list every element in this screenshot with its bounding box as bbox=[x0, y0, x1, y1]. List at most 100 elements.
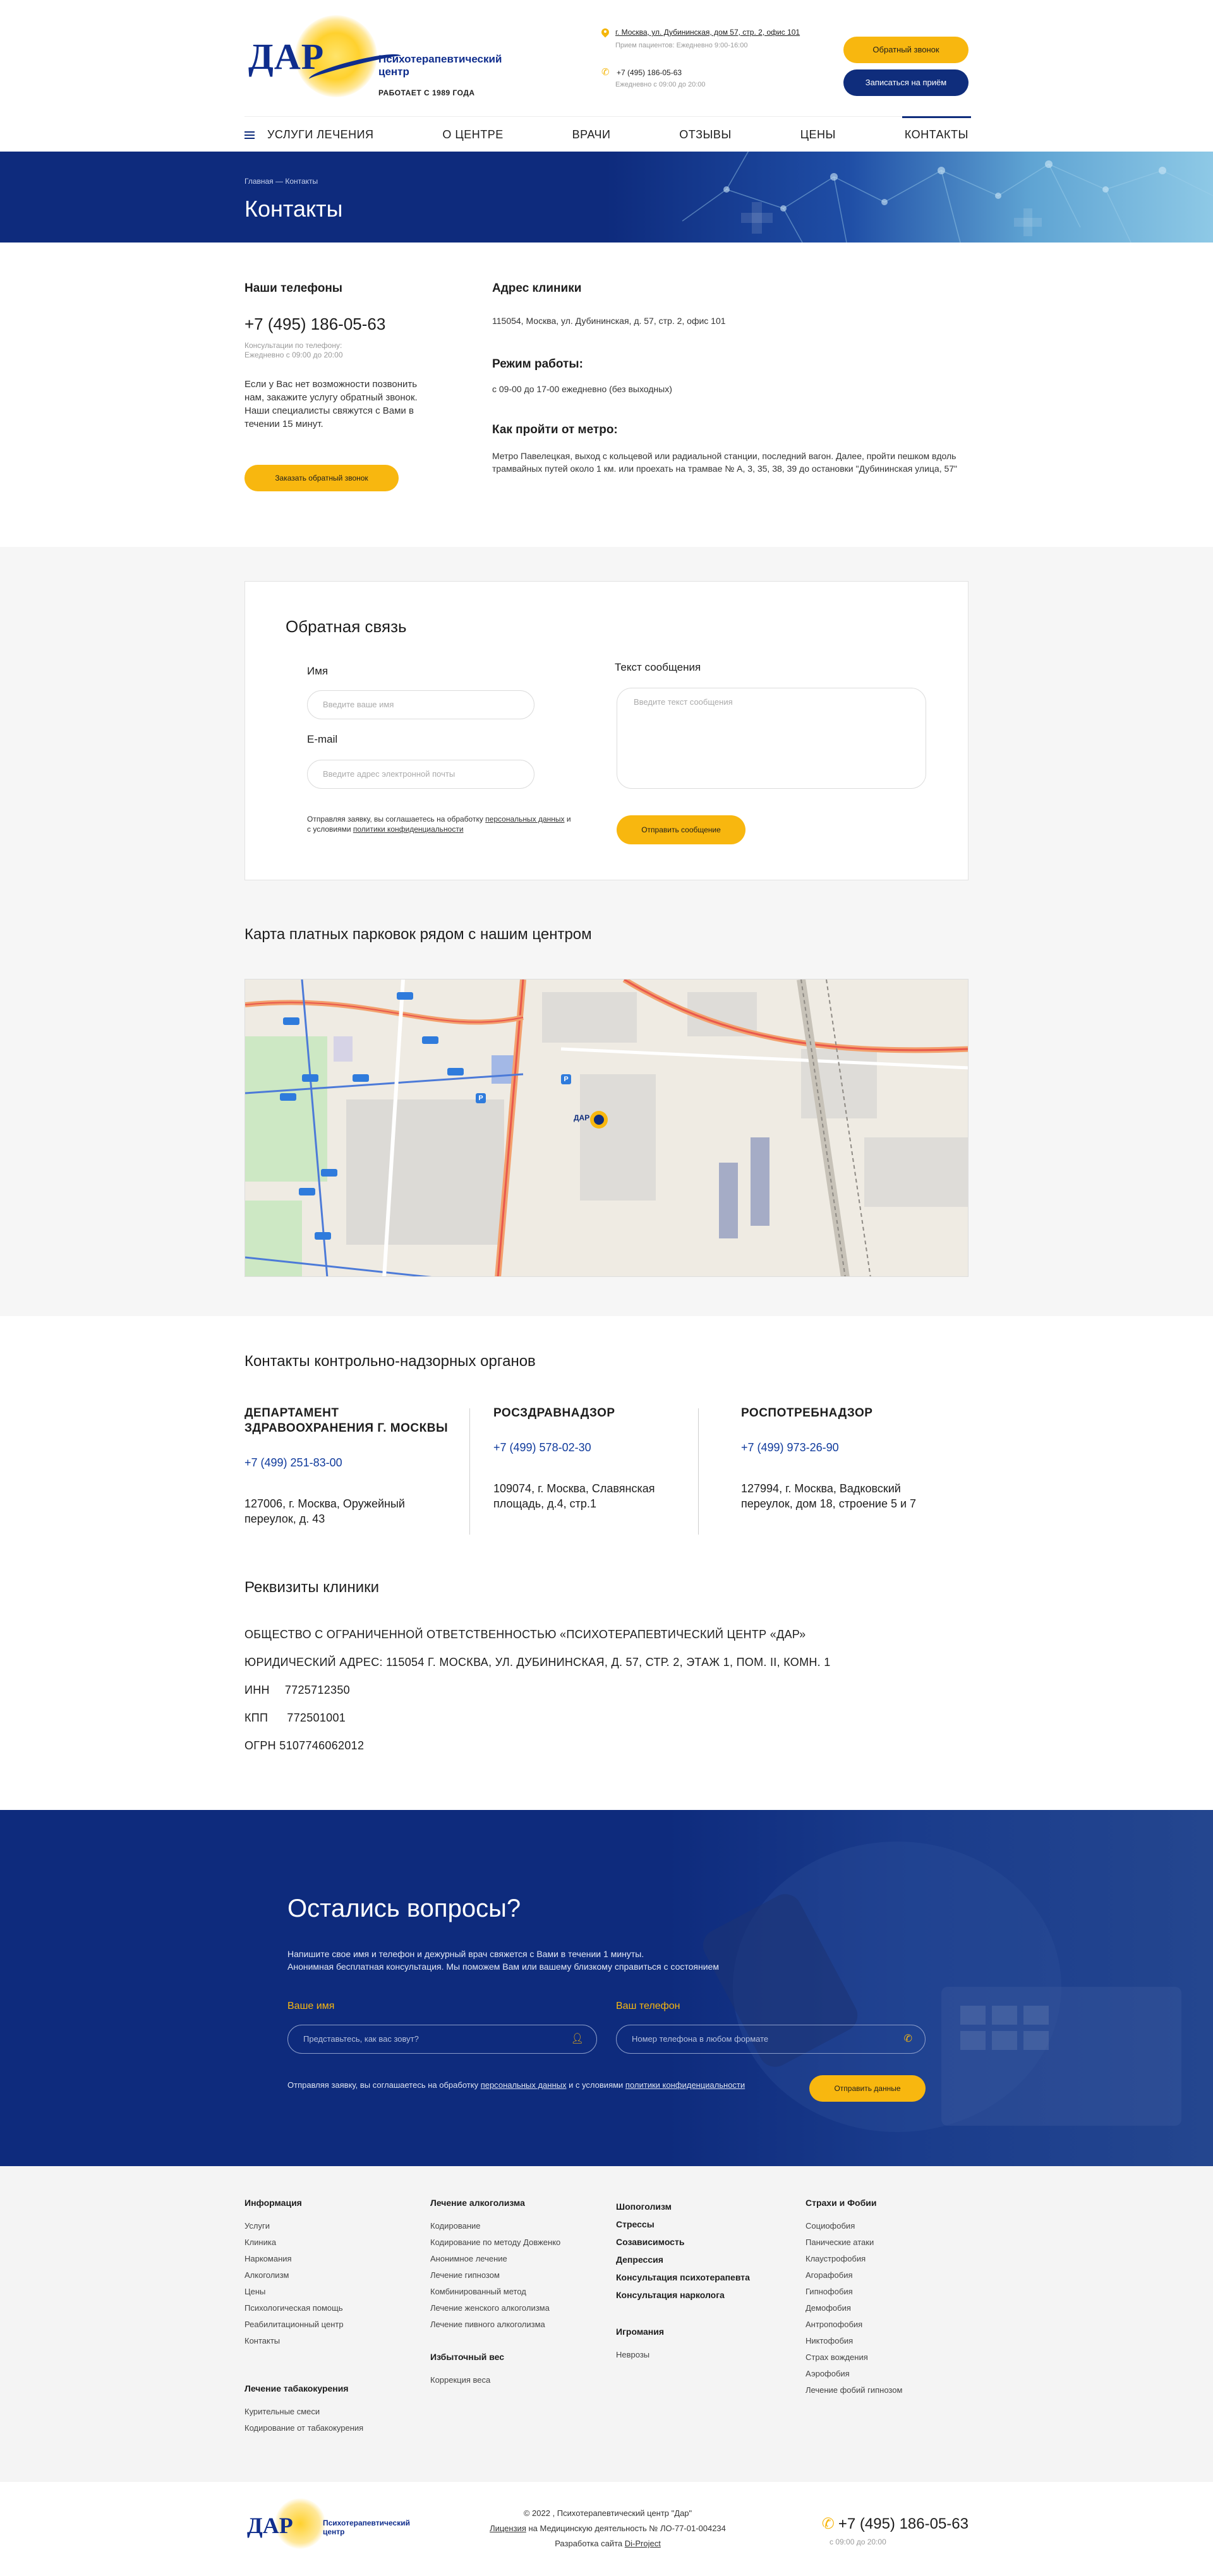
org-phone[interactable]: +7 (499) 251-83-00 bbox=[244, 1456, 448, 1470]
org-phone[interactable]: +7 (499) 578-02-30 bbox=[493, 1441, 655, 1454]
phone-icon: ✆ bbox=[601, 67, 610, 78]
footer-col-addictions: Шопоголизм Стрессы Созависимость Депресс… bbox=[616, 2198, 750, 2363]
phone-note-1: Консультации по телефону: bbox=[244, 341, 342, 350]
footer-link[interactable]: Лечение женского алкоголизма bbox=[430, 2300, 560, 2316]
license-link[interactable]: Лицензия bbox=[490, 2524, 526, 2533]
footer-link[interactable]: Клиника bbox=[244, 2234, 363, 2251]
your-phone-label: Ваш телефон bbox=[616, 2001, 680, 2011]
parking-map[interactable]: ДАР P P bbox=[244, 979, 969, 1277]
requisites-title: Реквизиты клиники bbox=[244, 1579, 380, 1596]
clinic-address: 115054, Москва, ул. Дубининская, д. 57, … bbox=[492, 316, 726, 326]
org-phone[interactable]: +7 (499) 973-26-90 bbox=[741, 1441, 916, 1454]
footer-link[interactable]: Анонимное лечение bbox=[430, 2251, 560, 2267]
nav-item-services[interactable]: УСЛУГИ ЛЕЧЕНИЯ bbox=[244, 117, 374, 152]
parking-sign-icon[interactable]: P bbox=[476, 1093, 486, 1103]
footer-link[interactable]: Неврозы bbox=[616, 2347, 750, 2363]
footer-col-phobias: Страхи и Фобии Социофобия Панические ата… bbox=[806, 2198, 902, 2399]
footer-link[interactable]: Шопоголизм bbox=[616, 2198, 750, 2215]
privacy-policy-link[interactable]: политики конфиденциальности bbox=[353, 825, 464, 834]
footer-logo[interactable]: ДАР Психотерапевтический центр bbox=[244, 2496, 410, 2559]
map-marker-label: ДАР bbox=[574, 1113, 590, 1122]
header-address-hours: Прием пациентов: Ежедневно 9:00-16:00 bbox=[615, 42, 748, 49]
footer-link[interactable]: Гипнофобия bbox=[806, 2284, 902, 2300]
name-label: Имя bbox=[307, 665, 329, 677]
footer-link[interactable]: Наркомания bbox=[244, 2251, 363, 2267]
footer-link[interactable]: Страх вождения bbox=[806, 2349, 902, 2366]
footer-link[interactable]: Психологическая помощь bbox=[244, 2300, 363, 2316]
message-textarea[interactable]: Введите текст сообщения bbox=[617, 688, 926, 789]
nav-item-about[interactable]: О ЦЕНТРЕ bbox=[442, 117, 503, 152]
send-data-button[interactable]: Отправить данные bbox=[809, 2075, 926, 2102]
nav-item-doctors[interactable]: ВРАЧИ bbox=[572, 117, 611, 152]
footer-link[interactable]: Курительные смеси bbox=[244, 2404, 363, 2420]
your-name-input[interactable]: Представьтесь, как вас зовут? 👤︎ bbox=[287, 2025, 597, 2054]
email-input[interactable]: Введите адрес электронной почты bbox=[307, 760, 534, 789]
footer-link[interactable]: Комбинированный метод bbox=[430, 2284, 560, 2300]
page-title: Контакты bbox=[244, 196, 343, 222]
nav-item-prices[interactable]: ЦЕНЫ bbox=[800, 117, 836, 152]
footer-link[interactable]: Контакты bbox=[244, 2333, 363, 2349]
footer-link[interactable]: Кодирование bbox=[430, 2218, 560, 2234]
footer-link[interactable]: Клаустрофобия bbox=[806, 2251, 902, 2267]
header-appointment-button[interactable]: Записаться на приём bbox=[843, 69, 969, 96]
footer-link[interactable]: Консультация психотерапевта bbox=[616, 2268, 750, 2286]
header-callback-button[interactable]: Обратный звонок bbox=[843, 37, 969, 63]
metro-directions: Метро Павелецкая, выход с кольцевой или … bbox=[492, 451, 958, 474]
footer-link[interactable]: Кодирование от табакокурения bbox=[244, 2420, 363, 2436]
message-label: Текст сообщения bbox=[615, 661, 701, 673]
phone-note-2: Ежедневно с 09:00 до 20:00 bbox=[244, 350, 343, 359]
breadcrumb[interactable]: Главная — Контакты bbox=[244, 177, 318, 186]
logo[interactable]: ДАР Психотерапевтический центр РАБОТАЕТ … bbox=[244, 15, 510, 104]
footer-link[interactable]: Кодирование по методу Довженко bbox=[430, 2234, 560, 2251]
feedback-section: Обратная связь Имя Введите ваше имя E-ma… bbox=[0, 547, 1213, 1316]
personal-data-link[interactable]: персональных данных bbox=[485, 815, 564, 824]
footer-link[interactable]: Лечение гипнозом bbox=[430, 2267, 560, 2284]
send-message-button[interactable]: Отправить сообщение bbox=[617, 815, 745, 844]
footer-link[interactable]: Услуги bbox=[244, 2218, 363, 2234]
footer-link[interactable]: Стрессы bbox=[616, 2215, 750, 2233]
footer-link[interactable]: Панические атаки bbox=[806, 2234, 902, 2251]
privacy-policy-link[interactable]: политики конфиденциальности bbox=[625, 2080, 745, 2090]
footer-link[interactable]: Консультация нарколога bbox=[616, 2286, 750, 2304]
feedback-agree-text: Отправляя заявку, вы соглашаетесь на обр… bbox=[307, 815, 571, 834]
order-callback-button[interactable]: Заказать обратный звонок bbox=[244, 465, 399, 491]
footer-link[interactable]: Реабилитационный центр bbox=[244, 2316, 363, 2333]
footer-link[interactable]: Аэрофобия bbox=[806, 2366, 902, 2382]
footer-link[interactable]: Лечение фобий гипнозом bbox=[806, 2382, 902, 2399]
questions-section: Остались вопросы? Напишите свое имя и те… bbox=[0, 1810, 1213, 2166]
nav-item-reviews[interactable]: ОТЗЫВЫ bbox=[679, 117, 732, 152]
requisites-legal-address: ЮРИДИЧЕСКИЙ АДРЕС: 115054 Г. МОСКВА, УЛ.… bbox=[244, 1656, 831, 1668]
footer-link[interactable]: Агорафобия bbox=[806, 2267, 902, 2284]
footer-link[interactable]: Депрессия bbox=[616, 2251, 750, 2268]
footer-link[interactable]: Алкоголизм bbox=[244, 2267, 363, 2284]
footer-link[interactable]: Коррекция веса bbox=[430, 2372, 560, 2388]
header-phone[interactable]: +7 (495) 186-05-63 bbox=[617, 68, 682, 77]
org-roszdravnadzor: РОСЗДРАВНАДЗОР +7 (499) 578-02-30 109074… bbox=[493, 1406, 655, 1510]
footer-link[interactable]: Созависимость bbox=[616, 2233, 750, 2251]
main-nav: УСЛУГИ ЛЕЧЕНИЯ О ЦЕНТРЕ ВРАЧИ ОТЗЫВЫ ЦЕН… bbox=[244, 116, 972, 152]
bottom-phone[interactable]: ✆ +7 (495) 186-05-63 bbox=[822, 2515, 969, 2533]
menu-burger-icon bbox=[244, 131, 255, 139]
footer-col-info: Информация Услуги Клиника Наркомания Алк… bbox=[244, 2198, 363, 2436]
your-phone-input[interactable]: Номер телефона в любом формате ✆ bbox=[616, 2025, 926, 2054]
footer-link[interactable]: Цены bbox=[244, 2284, 363, 2300]
org-rospotrebnadzor: РОСПОТРЕБНАДЗОР +7 (499) 973-26-90 12799… bbox=[741, 1406, 917, 1510]
footer-link[interactable]: Социофобия bbox=[806, 2218, 902, 2234]
developer-link[interactable]: Di-Project bbox=[625, 2539, 661, 2548]
map-title: Карта платных парковок рядом с нашим цен… bbox=[244, 926, 592, 943]
footer-link[interactable]: Никтофобия bbox=[806, 2333, 902, 2349]
contacts-phone[interactable]: +7 (495) 186-05-63 bbox=[244, 315, 385, 334]
questions-subtitle: Напишите свое имя и телефон и дежурный в… bbox=[287, 1949, 719, 1972]
footer-link[interactable]: Демофобия bbox=[806, 2300, 902, 2316]
phone-icon: ✆ bbox=[903, 2034, 912, 2044]
parking-sign-icon[interactable]: P bbox=[561, 1074, 571, 1084]
personal-data-link[interactable]: персональных данных bbox=[481, 2080, 567, 2090]
requisites-kpp: КПП 772501001 bbox=[244, 1711, 346, 1724]
footer-link[interactable]: Лечение пивного алкоголизма bbox=[430, 2316, 560, 2333]
name-input[interactable]: Введите ваше имя bbox=[307, 690, 534, 719]
nav-item-contacts[interactable]: КОНТАКТЫ bbox=[902, 116, 972, 152]
feedback-title: Обратная связь bbox=[286, 617, 407, 636]
header-address[interactable]: г. Москва, ул. Дубининская, дом 57, стр.… bbox=[615, 28, 800, 37]
header-phone-hours: Ежедневно с 09:00 до 20:00 bbox=[615, 81, 706, 88]
footer-link[interactable]: Антропофобия bbox=[806, 2316, 902, 2333]
